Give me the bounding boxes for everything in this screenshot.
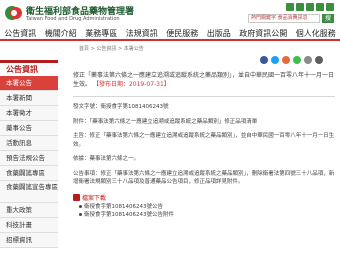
nav-item-about[interactable]: 機關介紹 (45, 28, 77, 39)
food-news-link[interactable]: 食品消費訊息 (278, 15, 308, 21)
line-icon[interactable] (293, 56, 301, 64)
sidebar-item-rumor-notice[interactable]: 食藥闢謠宣告專區 (0, 181, 58, 203)
top-links (286, 3, 334, 11)
attachment-heading: 檔案下載 (73, 193, 335, 202)
site-name-en: Taiwan Food and Drug Administration (26, 16, 120, 22)
sidebar-item-draft-regulations[interactable]: 預告法規公告 (0, 151, 58, 166)
plurk-icon[interactable] (282, 56, 290, 64)
attachment-link[interactable]: 衛授食字第1081406243號公告附件 (84, 211, 174, 219)
attachment-item[interactable]: 衛授食字第1081406243號公告 (79, 203, 335, 211)
nav-item-publications[interactable]: 出版品 (207, 28, 231, 39)
subject: 主旨：修正「藥事法第六條之一應建立追溯或追蹤系統之藥品類別」，並自中華民國一百零… (73, 133, 335, 148)
sidebar-item-major-policy[interactable]: 重大政策 (0, 203, 58, 218)
sidebar-heading: 公告資訊 (0, 60, 58, 76)
nav-item-regulations[interactable]: 法規資訊 (126, 28, 158, 39)
sidebar: 公告資訊 本署公告 本署新聞 本署徵才 藥事公告 活動訊息 預告法規公告 食藥闢… (0, 60, 58, 255)
bullet-icon (79, 205, 82, 208)
download-icon (73, 193, 80, 201)
print-icon[interactable] (315, 56, 323, 64)
nav-item-business[interactable]: 業務專區 (85, 28, 117, 39)
home-icon[interactable] (286, 3, 294, 11)
attachment-link[interactable]: 衛授食字第1081406243號公告 (84, 203, 163, 211)
english-icon[interactable] (306, 3, 314, 11)
attachment-heading-label: 檔案下載 (82, 194, 107, 202)
main-nav: 公告資訊 機關介紹 業務專區 法規資訊 便民服務 出版品 政府資訊公開 個人化服… (0, 28, 340, 41)
attachment-item[interactable]: 衛授食字第1081406243號公告附件 (79, 211, 335, 219)
sidebar-item-recruitment[interactable]: 本署徵才 (0, 106, 58, 121)
attachment-line: 附件：「藥事法第六條之一應建立追溯或追蹤系統之藥品類別」修正品項清單 (73, 118, 258, 125)
breadcrumb[interactable]: 首頁 > 公告資訊 > 本署公告 (79, 45, 144, 52)
sitemap-icon[interactable] (296, 3, 304, 11)
email-icon[interactable] (304, 56, 312, 64)
attachment-list: 衛授食字第1081406243號公告 衛授食字第1081406243號公告附件 (79, 203, 335, 219)
search-input[interactable]: 熱門關鍵字 食品消費訊息 (248, 14, 320, 23)
fda-logo[interactable] (4, 4, 24, 22)
facebook-icon[interactable] (260, 56, 268, 64)
sidebar-item-pharma-announcements[interactable]: 藥事公告 (0, 121, 58, 136)
sidebar-item-news[interactable]: 本署新聞 (0, 91, 58, 106)
announcement-items: 公告事項：修正「藥事法第六條之一應建立追溯或追蹤系統之藥品類別」，刪除衛署法第四… (73, 170, 335, 186)
twitter-icon[interactable] (271, 56, 279, 64)
announcement-title: 修正「藥事法第六條之一應建立追溯或追蹤系統之藥品類別」，並自中華民國一百零八年十… (73, 71, 335, 89)
publish-date: 【發布日期：2019-07-31】 (92, 81, 170, 88)
site-header: 衛生福利部食品藥物管理署 Taiwan Food and Drug Admini… (0, 0, 340, 28)
share-bar (73, 56, 323, 64)
bullet-icon (79, 213, 82, 216)
nav-item-personal[interactable]: 個人化服務 (296, 28, 336, 39)
accessibility-icon[interactable] (316, 3, 324, 11)
hot-keyword-link[interactable]: 熱門關鍵字 (251, 15, 276, 21)
nav-item-announcements[interactable]: 公告資訊 (4, 28, 36, 39)
basis: 依據：藥事法第六條之一。 (73, 156, 140, 162)
nav-item-open-info[interactable]: 政府資訊公開 (239, 28, 287, 39)
sidebar-item-tech-plans[interactable]: 科技計畫 (0, 218, 58, 233)
search-button[interactable]: 搜 (322, 14, 334, 23)
sidebar-item-tenders[interactable]: 招標資訊 (0, 233, 58, 248)
sidebar-item-rumor-zone[interactable]: 食藥闢謠專區 (0, 166, 58, 181)
rss-icon[interactable] (326, 3, 334, 11)
main-content: 修正「藥事法第六條之一應建立追溯或追蹤系統之藥品類別」，並自中華民國一百零八年十… (73, 56, 335, 219)
sidebar-item-agency-announcements[interactable]: 本署公告 (0, 76, 58, 91)
title-divider (73, 96, 335, 97)
nav-item-services[interactable]: 便民服務 (166, 28, 198, 39)
doc-number: 發文字號：衛授食字第1081406243號 (73, 104, 169, 110)
sidebar-item-events[interactable]: 活動訊息 (0, 136, 58, 151)
